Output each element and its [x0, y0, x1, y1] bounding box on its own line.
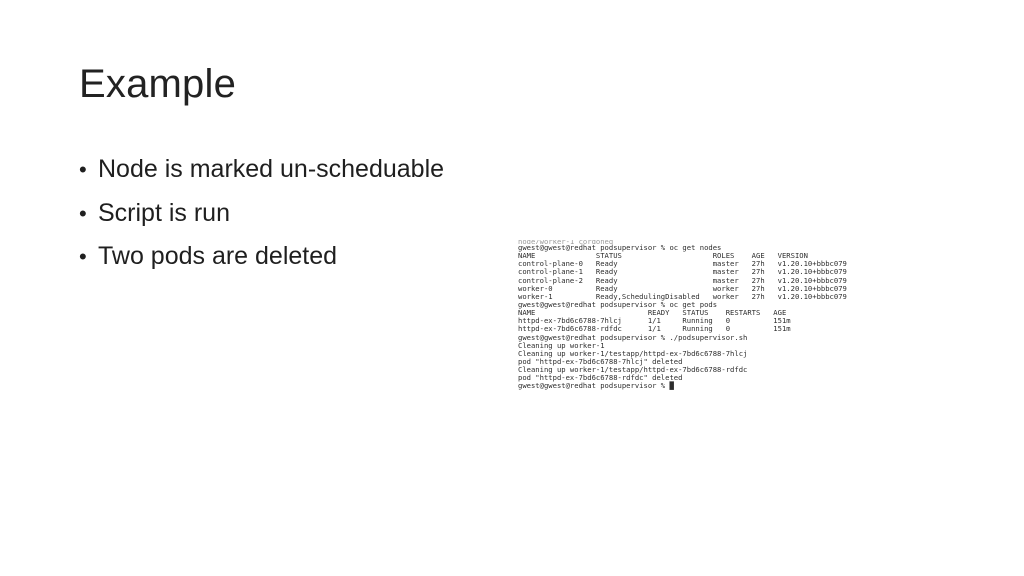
bullet-dot-icon: •: [79, 157, 87, 182]
slide-title: Example: [79, 62, 237, 106]
terminal-screenshot: node/worker-1 cordoned gwest@gwest@redha…: [518, 240, 898, 425]
bullet-text: Node is marked un-scheduable: [98, 155, 445, 183]
terminal-line: gwest@gwest@redhat podsupervisor % █: [518, 381, 674, 391]
bullet-dot-icon: •: [79, 200, 87, 226]
bullet-text: Script is run: [98, 198, 230, 227]
bullet-item: • Two pods are deleted: [79, 241, 444, 271]
bullet-item: • Script is run: [79, 198, 444, 228]
bullet-list: • Node is marked un-scheduable • Script …: [79, 154, 444, 285]
slide: Example • Node is marked un-scheduable •…: [0, 0, 1024, 576]
bullet-dot-icon: •: [79, 244, 87, 269]
bullet-item: • Node is marked un-scheduable: [79, 154, 444, 184]
bullet-text: Two pods are deleted: [98, 242, 338, 270]
